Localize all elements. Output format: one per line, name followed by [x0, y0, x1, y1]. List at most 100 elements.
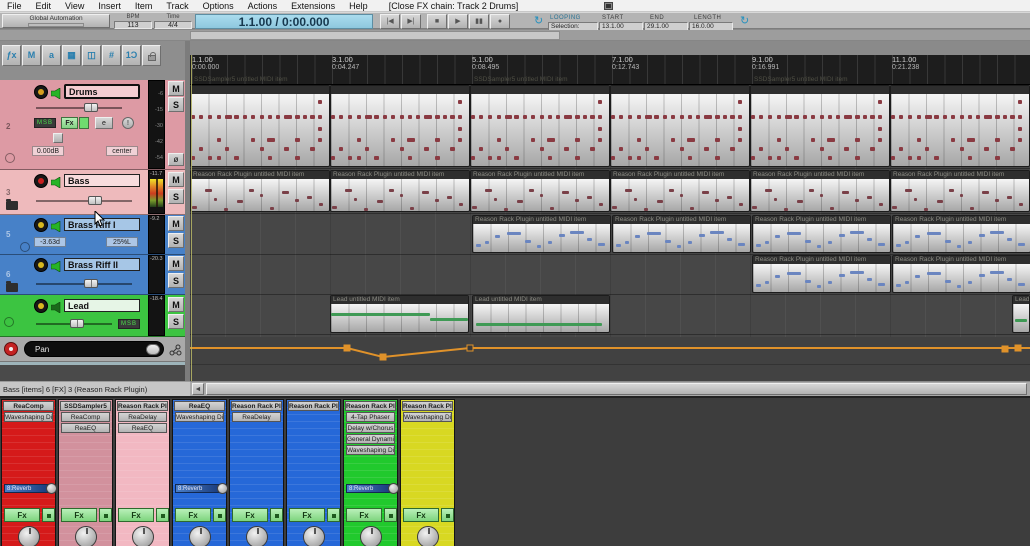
- fx-enable-button[interactable]: [384, 508, 397, 522]
- fx-slot[interactable]: General Dynamics: [346, 434, 395, 444]
- track-panel-brass-riff-2[interactable]: 6 Brass Riff II -20.3 M S: [0, 255, 185, 295]
- lock-icon[interactable]: [142, 45, 161, 66]
- fx-button[interactable]: Fx: [61, 117, 78, 129]
- dock-edge-handle[interactable]: [190, 31, 560, 40]
- fx-slot[interactable]: Waveshaping Dist: [4, 412, 53, 422]
- fx-slot[interactable]: Reason Rack Plugi: [288, 401, 339, 411]
- fx-slot[interactable]: Waveshaping Dist: [346, 445, 395, 455]
- midi-item-brass1[interactable]: Reason Rack Plugin untitled MIDI item: [472, 215, 611, 253]
- solo-button[interactable]: S: [168, 314, 184, 329]
- pan-knob[interactable]: [246, 526, 268, 546]
- fx-slot[interactable]: Reason Rack Plugi: [402, 401, 453, 411]
- send-slider[interactable]: 8:Reverb: [175, 484, 219, 493]
- go-to-end-button[interactable]: ▶|: [401, 14, 421, 29]
- midi-item-brass1[interactable]: Reason Rack Plugin untitled MIDI item: [752, 215, 891, 253]
- pan-readout[interactable]: center: [106, 146, 138, 156]
- fx-slot[interactable]: ReaComp: [3, 401, 54, 411]
- fx-slot[interactable]: ReaEQ: [174, 401, 225, 411]
- menu-extensions[interactable]: Extensions: [284, 1, 342, 11]
- fx-enable-button[interactable]: [327, 508, 340, 522]
- timeline-ruler[interactable]: 1.1.000:00.0003.1.000:04.2475.1.000:08.4…: [190, 55, 1030, 85]
- record-arm-button[interactable]: [34, 85, 48, 99]
- routing-icon[interactable]: ◫: [82, 45, 101, 66]
- menu-item[interactable]: Item: [128, 1, 160, 11]
- docker-icon[interactable]: [604, 2, 613, 10]
- midi-item-drums[interactable]: [610, 85, 750, 167]
- fx-slot[interactable]: Delay w/Chorus: [346, 423, 395, 433]
- volume-readout[interactable]: -3.63d: [34, 237, 66, 247]
- pan-readout[interactable]: 25%L: [106, 237, 138, 247]
- envelope-point[interactable]: [1015, 345, 1021, 351]
- mixer-strip-2[interactable]: SSDSampler5ReaCompReaEQFx: [58, 399, 113, 546]
- grid-lines-icon[interactable]: #: [102, 45, 121, 66]
- horizontal-scrollbar[interactable]: ◄: [190, 381, 1030, 396]
- midi-item-drums[interactable]: [330, 85, 470, 167]
- envelope-button[interactable]: e: [95, 117, 113, 129]
- fx-button[interactable]: Fx: [118, 508, 154, 522]
- midi-item-drums[interactable]: [890, 85, 1030, 167]
- time-sig-box[interactable]: Time 4/4: [154, 14, 192, 29]
- fx-slot[interactable]: Reason Rack Plugi: [345, 401, 396, 411]
- send-knob[interactable]: [388, 483, 399, 494]
- fx-enable-button[interactable]: [270, 508, 283, 522]
- fx-enable-button[interactable]: [99, 508, 112, 522]
- midi-item-brass1[interactable]: Reason Rack Plugin untitled MIDI item: [612, 215, 751, 253]
- meter-peak-readout[interactable]: -20.3: [150, 256, 163, 262]
- pan-knob[interactable]: [18, 526, 40, 546]
- midi-item-brass2[interactable]: Reason Rack Plugin untitled MIDI item: [752, 255, 891, 293]
- play-button[interactable]: ▶: [448, 14, 468, 29]
- midi-item-bass[interactable]: Reason Rack Plugin untitled MIDI item: [330, 170, 470, 212]
- mixer-strip-6[interactable]: Reason Rack Plugi Fx: [286, 399, 341, 546]
- mixer-strip-4[interactable]: ReaEQWaveshaping Dist8:ReverbFx: [172, 399, 227, 546]
- envelope-icon[interactable]: M: [22, 45, 41, 66]
- midi-item-bass[interactable]: Reason Rack Plugin untitled MIDI item: [750, 170, 890, 212]
- grouping-circle-icon[interactable]: [4, 317, 14, 327]
- grouping-circle-icon[interactable]: [20, 242, 30, 252]
- mixer-strip-8[interactable]: Reason Rack PlugiWaveshaping DistFx: [400, 399, 455, 546]
- fx-button[interactable]: Fx: [289, 508, 325, 522]
- mute-button[interactable]: M: [168, 216, 184, 231]
- midi-item-brass1[interactable]: Reason Rack Plugin untitled MIDI item: [892, 215, 1030, 253]
- menu-track[interactable]: Track: [159, 1, 195, 11]
- go-to-start-button[interactable]: |◀: [380, 14, 400, 29]
- fx-button[interactable]: Fx: [61, 508, 97, 522]
- fx-slot[interactable]: ReaEQ: [61, 423, 110, 433]
- track-name-field[interactable]: Drums: [64, 84, 140, 99]
- scrollbar-thumb[interactable]: [206, 383, 1027, 395]
- send-knob[interactable]: [217, 483, 228, 494]
- mixer-strip-5[interactable]: Reason Rack PlugiReaDelayFx: [229, 399, 284, 546]
- fx-enable-button[interactable]: [42, 508, 55, 522]
- global-automation-sub-button[interactable]: [28, 23, 84, 27]
- record-arm-button[interactable]: [34, 174, 48, 188]
- pan-envelope[interactable]: [190, 348, 1030, 357]
- pan-knob[interactable]: [360, 526, 382, 546]
- monitor-button[interactable]: !: [122, 117, 134, 129]
- mixer-strip-1[interactable]: ReaCompWaveshaping Dist8:ReverbFx: [1, 399, 56, 546]
- record-arm-button[interactable]: [34, 299, 48, 313]
- global-automation-button[interactable]: Global Automation: [2, 14, 110, 28]
- midi-editor-icon[interactable]: ƒx: [2, 45, 21, 66]
- bpm-value[interactable]: 113: [114, 21, 152, 29]
- pan-envelope-lane[interactable]: [190, 337, 1030, 365]
- fx-button[interactable]: Fx: [403, 508, 439, 522]
- lane-drums[interactable]: [190, 85, 1030, 169]
- fx-slot[interactable]: Reason Rack Plugi: [231, 401, 282, 411]
- mute-button[interactable]: M: [168, 81, 184, 96]
- envelope-point[interactable]: [467, 345, 473, 351]
- fx-slot[interactable]: Reason Rack Plugi: [117, 401, 168, 411]
- fx-slot[interactable]: ReaDelay: [232, 412, 281, 422]
- bpm-box[interactable]: BPM 113: [114, 14, 152, 29]
- pan-knob[interactable]: [75, 526, 97, 546]
- speaker-icon[interactable]: [51, 259, 64, 271]
- fx-button[interactable]: Fx: [175, 508, 211, 522]
- midi-item-drums[interactable]: [470, 85, 610, 167]
- volume-slider[interactable]: [36, 319, 112, 328]
- solo-button[interactable]: S: [168, 189, 184, 204]
- folder-icon[interactable]: [6, 201, 18, 210]
- midi-item-bass[interactable]: Reason Rack Plugin untitled MIDI item: [470, 170, 610, 212]
- meter-peak-readout[interactable]: -11.7: [150, 171, 162, 177]
- relative-snap-icon[interactable]: 1Ɔ: [122, 45, 141, 66]
- solo-button[interactable]: S: [168, 233, 184, 248]
- speaker-icon[interactable]: [51, 300, 64, 312]
- phase-button[interactable]: ø: [168, 153, 184, 166]
